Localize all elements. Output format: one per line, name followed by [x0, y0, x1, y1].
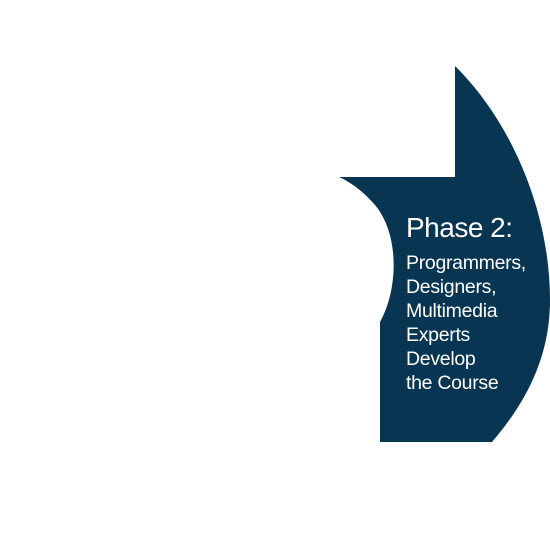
phase-title: Phase 2: [406, 212, 513, 243]
phase-description-line: Experts [406, 324, 471, 346]
phase-description-line: Programmers, [406, 252, 526, 274]
phase-description-line: Designers, [406, 276, 497, 298]
phase-2-label: Phase 2: Programmers, Designers, Multime… [406, 209, 550, 395]
phase-description: Programmers, Designers, Multimedia Exper… [406, 251, 550, 395]
phase-description-line: Multimedia [406, 300, 498, 322]
phase-description-line: the Course [406, 372, 499, 394]
phase-description-line: Develop [406, 348, 476, 370]
